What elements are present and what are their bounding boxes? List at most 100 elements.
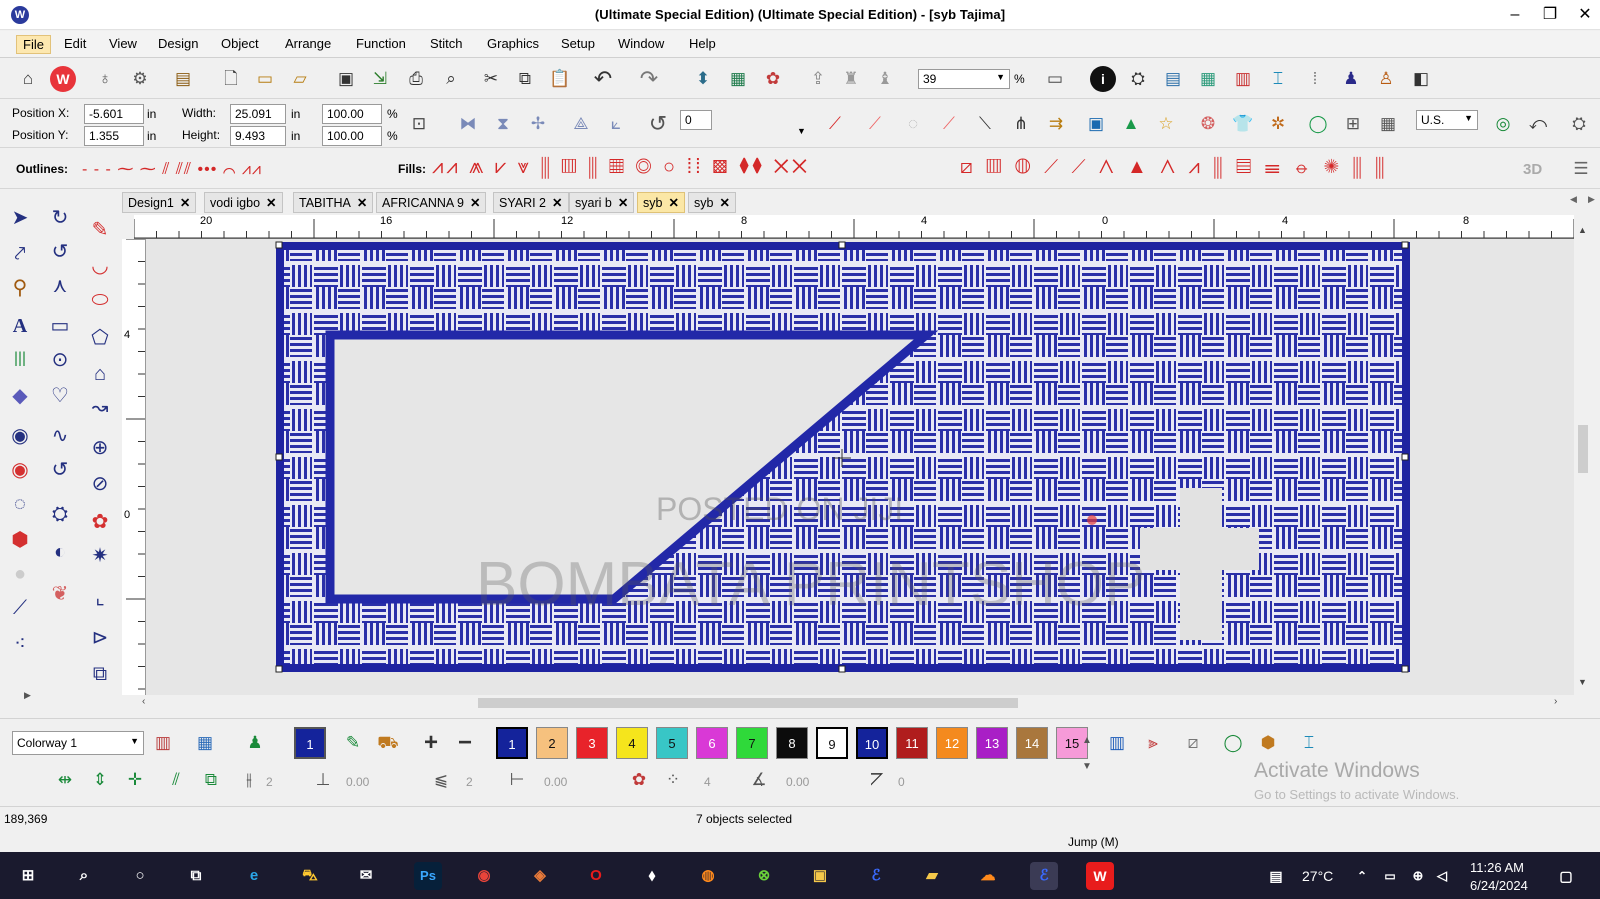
reshape-icon[interactable]: ⇉	[1043, 111, 1069, 137]
vertical-scrollbar[interactable]: ▲ ▼	[1574, 215, 1592, 695]
rotate-icon[interactable]: ↺	[645, 111, 671, 137]
menu-view[interactable]: View	[103, 35, 143, 54]
color-swatch-7[interactable]: 7	[736, 727, 768, 759]
close-tab-icon[interactable]: ✕	[180, 196, 190, 210]
ellipse-tool-icon[interactable]: ⬭	[84, 284, 116, 316]
measure-icon[interactable]: ◎	[1490, 111, 1516, 137]
target-icon[interactable]: ◉	[4, 420, 36, 452]
machine-icon[interactable]: ♝	[872, 66, 898, 92]
tab-syari-b[interactable]: syari b ✕	[569, 192, 635, 213]
freehand-icon[interactable]: ⊘	[84, 468, 116, 500]
clock-time[interactable]: 11:26 AM	[1470, 860, 1524, 875]
align-both-icon[interactable]: ✛	[122, 767, 148, 793]
dots-icon[interactable]: ⁖	[4, 628, 36, 660]
flag-icon[interactable]: ⊳	[84, 622, 116, 654]
add-color-icon[interactable]: +	[418, 730, 444, 756]
close-tab-icon[interactable]: ✕	[266, 196, 276, 210]
tab-scroll-right-icon[interactable]: ▶	[1588, 194, 1595, 205]
hoop-icon[interactable]: ♜	[838, 66, 864, 92]
satin-icon[interactable]: ⟋	[822, 111, 848, 137]
reshape-arrow-icon[interactable]: ⤤	[4, 238, 36, 270]
stitch-player-icon[interactable]: ⇪	[805, 66, 831, 92]
scale-y-field[interactable]: 100.00	[322, 126, 382, 146]
globe-icon[interactable]: ◐	[44, 536, 76, 568]
thread-swap-icon[interactable]: ⫸	[1140, 730, 1166, 756]
color-swatch-9[interactable]: 9	[816, 727, 848, 759]
embroidery-app-icon[interactable]: ℰ	[862, 862, 890, 890]
print-preview-icon[interactable]: ⌕	[438, 66, 464, 92]
garment-color-icon[interactable]: ♟	[242, 730, 268, 756]
vspace-icon[interactable]: ⊥	[310, 767, 336, 793]
color-swatch-2[interactable]: 2	[536, 727, 568, 759]
mail-icon[interactable]: ✉	[352, 862, 380, 890]
appliqué-icon[interactable]: ✲	[1265, 111, 1291, 137]
color-swatch-13[interactable]: 13	[976, 727, 1008, 759]
circle-icon[interactable]: ◯	[1305, 111, 1331, 137]
horizontal-scrollbar[interactable]: ‹ ›	[134, 695, 1574, 711]
close-tab-icon[interactable]: ✕	[470, 196, 480, 210]
color-swatch-6[interactable]: 6	[696, 727, 728, 759]
remove-color-icon[interactable]: −	[452, 730, 478, 756]
paste-icon[interactable]: 📋	[547, 66, 573, 92]
menu-stitch[interactable]: Stitch	[424, 35, 469, 54]
close-tab-icon[interactable]: ✕	[719, 196, 729, 210]
spacing-field-3[interactable]: 2	[466, 775, 473, 789]
travel-icon[interactable]: ⬍	[690, 66, 716, 92]
lock-proportion-icon[interactable]: ⊡	[406, 111, 432, 137]
menu-object[interactable]: Object	[215, 35, 265, 54]
user-icon[interactable]: ♙	[1373, 66, 1399, 92]
fork-icon[interactable]: ⋔	[1008, 111, 1034, 137]
width-space-icon[interactable]: ⊢	[504, 767, 530, 793]
position-x-field[interactable]: -5.601	[84, 104, 144, 124]
red-target-icon[interactable]: ◉	[4, 454, 36, 486]
tray-chevron-icon[interactable]: ⌃	[1348, 862, 1376, 890]
menu-edit[interactable]: Edit	[58, 35, 92, 54]
color-swatch-1[interactable]: 1	[496, 727, 528, 759]
close-tab-icon[interactable]: ✕	[618, 196, 628, 210]
color-swatch-14[interactable]: 14	[1016, 727, 1048, 759]
lasso-icon[interactable]: ↻	[44, 202, 76, 234]
hexagon-icon[interactable]: ⬢	[4, 524, 36, 556]
volume-icon[interactable]: ◁	[1428, 862, 1456, 890]
design-canvas[interactable]: POSTED ON JIJI BOMBATA PRINTSHOP	[146, 239, 1574, 695]
hoop-select-icon[interactable]: ⌶	[1296, 730, 1322, 756]
align-center-icon[interactable]: ⇕	[87, 767, 113, 793]
outline-icon[interactable]: ◌	[900, 111, 926, 137]
color-palette-icon[interactable]: ▦	[192, 730, 218, 756]
export-icon[interactable]: ⇲	[367, 66, 393, 92]
view-design-icon[interactable]: ▭	[1042, 66, 1068, 92]
outline-stitch-types[interactable]: ‐ ‐ ‐ ⁓ ⁓ ⫽ ⫽⫽ ••• ⌒ ⩘⩘	[82, 159, 372, 179]
color-film-icon[interactable]: ▥	[1230, 66, 1256, 92]
sphere-icon[interactable]: ●	[4, 558, 36, 590]
menu-design[interactable]: Design	[152, 35, 204, 54]
motif-icon[interactable]: ❂	[1195, 111, 1221, 137]
width-field[interactable]: 25.091	[230, 104, 286, 124]
picture-icon[interactable]: ▣	[1083, 111, 1109, 137]
tab-design1[interactable]: Design1 ✕	[122, 192, 197, 213]
embroidery-design[interactable]	[146, 239, 1574, 695]
start-icon[interactable]: ⊞	[14, 862, 42, 890]
current-color-swatch[interactable]: 1	[294, 727, 326, 759]
file-explorer-icon[interactable]: ▰	[918, 862, 946, 890]
wilcom-w-icon[interactable]: W	[1086, 862, 1114, 890]
array-spacing-icon[interactable]: ⁘	[660, 767, 686, 793]
star-icon[interactable]: ☆	[1153, 111, 1179, 137]
wheel-icon[interactable]: ✷	[84, 540, 116, 572]
redo-icon[interactable]: ↷	[636, 66, 662, 92]
balloon-icon[interactable]: ♁	[92, 66, 118, 92]
menu-window[interactable]: Window	[612, 35, 670, 54]
height-field[interactable]: 9.493	[230, 126, 286, 146]
spacing-icon[interactable]: ⫲	[236, 767, 262, 793]
color-wheel-icon[interactable]: ◯	[1220, 730, 1246, 756]
fill-stitch-types[interactable]: ⩘⩘ ⩕ ⩗ ⩔ ⫼ ▥ ⫼ ▦ ◎ ○ ⁞⁞ ▩ ⧫⧫ ✕✕	[432, 156, 937, 182]
select-arrow-icon[interactable]: ➤	[4, 202, 36, 234]
skew-2-icon[interactable]: ⟀	[603, 111, 629, 137]
hearts-icon[interactable]: ♡	[44, 380, 76, 412]
task-view-icon[interactable]: ⧉	[182, 862, 210, 890]
thread-chart-icon[interactable]: ▥	[1104, 730, 1130, 756]
color-list-icon[interactable]: ▥	[150, 730, 176, 756]
dropdown-arrow-icon[interactable]: ▼	[797, 126, 806, 136]
monogram-icon[interactable]: ꔖ	[4, 344, 36, 376]
mirror-horizontal-icon[interactable]: ⧓	[455, 111, 481, 137]
house-shape-icon[interactable]: ⌂	[84, 358, 116, 390]
